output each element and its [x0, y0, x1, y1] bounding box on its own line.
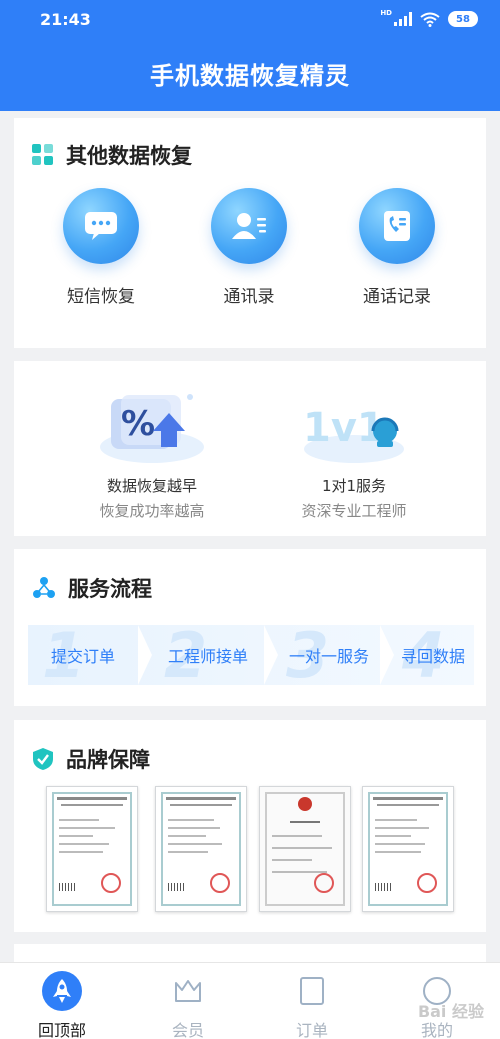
flow-step-1-label: 提交订单 [50, 647, 115, 666]
call-log-button[interactable]: 通话记录 [337, 188, 457, 307]
other-recovery-header: 其他数据恢复 [32, 140, 192, 170]
flow-step-3-label: 一对一服务 [288, 647, 369, 666]
contacts-icon [211, 188, 287, 264]
other-recovery-card: 其他数据恢复 短信恢复 通讯录 通话记录 [14, 118, 486, 348]
nav-back-to-top-label: 回顶部 [37, 1021, 86, 1039]
brand-guarantee-header: 品牌保障 [32, 744, 150, 774]
sms-recovery-button[interactable]: 短信恢复 [41, 188, 161, 307]
signal-icon [394, 12, 412, 26]
call-log-label: 通话记录 [363, 287, 431, 307]
other-recovery-title: 其他数据恢复 [66, 144, 192, 168]
promo-card: % 数据恢复越早 恢复成功率越高 1v1 1对1服务 资深专业工程师 [14, 361, 486, 536]
status-bar: 21:43 HD 58 [0, 0, 500, 40]
certificate-image[interactable] [259, 786, 351, 912]
call-log-icon [359, 188, 435, 264]
promo-early-line2: 恢复成功率越高 [99, 502, 205, 520]
service-flow-header: 服务流程 [32, 573, 152, 603]
wifi-icon [420, 12, 440, 27]
app-header: 21:43 HD 58 手机数据恢复精灵 [0, 0, 500, 111]
promo-early-line1: 数据恢复越早 [106, 477, 197, 495]
nav-membership-label: 会员 [171, 1021, 204, 1039]
flow-step-1: 1 提交订单 [28, 619, 138, 692]
percent-illustration: % [97, 391, 207, 467]
sms-recovery-label: 短信恢复 [67, 287, 135, 307]
rocket-icon [42, 971, 82, 1011]
status-time: 21:43 [40, 10, 91, 29]
flow-step-2: 2 工程师接单 [152, 619, 264, 692]
one-on-one-illustration: 1v1 [299, 391, 409, 467]
nav-orders-label: 订单 [295, 1021, 328, 1039]
network-type: HD [380, 9, 392, 17]
svg-text:%: % [121, 404, 155, 444]
watermark: Bai 经验 [417, 1002, 484, 1021]
certificate-image[interactable] [155, 786, 247, 912]
page-title: 手机数据恢复精灵 [150, 62, 350, 90]
promo-1v1-line2: 资深专业工程师 [301, 502, 407, 520]
service-flow-card: 服务流程 1 提交订单 2 工程师接单 3 一对一服务 4 寻回数据 [14, 549, 486, 706]
contacts-label: 通讯录 [223, 287, 275, 307]
service-flow-steps: 1 提交订单 2 工程师接单 3 一对一服务 4 寻回数据 [28, 619, 474, 692]
flow-divider [264, 625, 278, 685]
flow-step-3: 3 一对一服务 [278, 619, 380, 692]
brand-guarantee-title: 品牌保障 [66, 748, 150, 772]
nav-back-to-top[interactable]: 回顶部 [17, 971, 107, 1039]
shield-check-icon [33, 748, 53, 770]
contacts-button[interactable]: 通讯录 [189, 188, 309, 307]
process-icon [33, 577, 55, 598]
flow-step-4-label: 寻回数据 [400, 647, 465, 666]
battery-indicator: 58 [448, 11, 478, 27]
service-flow-title: 服务流程 [68, 577, 152, 601]
nav-orders[interactable]: 订单 [267, 971, 357, 1039]
flow-step-4: 4 寻回数据 [392, 619, 474, 692]
promo-early-recovery: % 数据恢复越早 恢复成功率越高 [52, 391, 252, 521]
promo-one-on-one: 1v1 1对1服务 资深专业工程师 [254, 391, 454, 521]
brand-guarantee-card: 品牌保障 [14, 720, 486, 932]
certificate-image[interactable] [362, 786, 454, 912]
certificate-image[interactable] [46, 786, 138, 912]
order-icon [292, 971, 332, 1011]
status-icons: HD 58 [380, 9, 478, 27]
promo-1v1-line1: 1对1服务 [321, 477, 387, 495]
flow-divider [138, 625, 152, 685]
message-icon [63, 188, 139, 264]
flow-step-2-label: 工程师接单 [167, 647, 248, 666]
grid-icon [32, 144, 54, 166]
nav-membership[interactable]: 会员 [143, 971, 233, 1039]
crown-icon [168, 971, 208, 1011]
